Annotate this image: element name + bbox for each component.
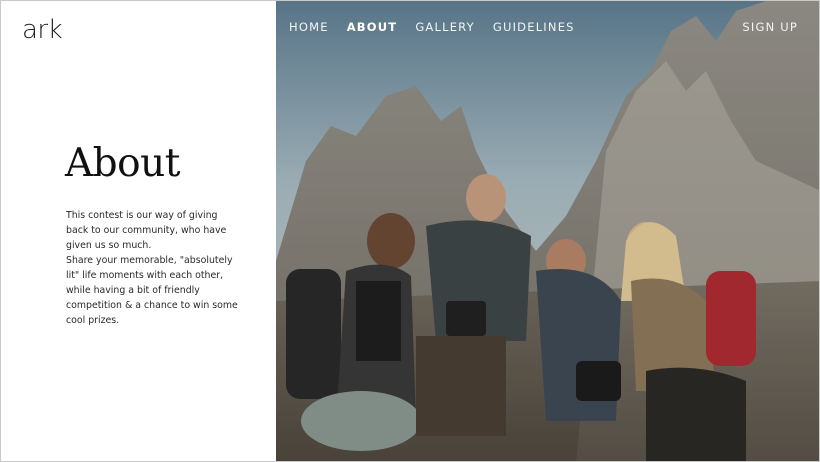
nav-about[interactable]: ABOUT [347, 20, 398, 34]
about-paragraph-2: Share your memorable, "absolutely lit" l… [66, 255, 238, 326]
nav-guidelines[interactable]: GUIDELINES [493, 20, 575, 34]
main-nav: HOME ABOUT GALLERY GUIDELINES [289, 20, 593, 34]
nav-home[interactable]: HOME [289, 20, 329, 34]
about-description: This contest is our way of giving back t… [66, 208, 241, 328]
left-panel: ark About This contest is our way of giv… [1, 1, 276, 461]
signup-link[interactable]: SIGN UP [742, 20, 798, 34]
about-paragraph-1: This contest is our way of giving back t… [66, 210, 227, 251]
hikers-photo-illustration [276, 1, 819, 461]
nav-gallery[interactable]: GALLERY [415, 20, 475, 34]
hero-photo [276, 1, 819, 461]
page-title: About [65, 141, 180, 186]
brand-logo[interactable]: ark [22, 15, 63, 45]
page-frame: ark About This contest is our way of giv… [0, 0, 820, 462]
